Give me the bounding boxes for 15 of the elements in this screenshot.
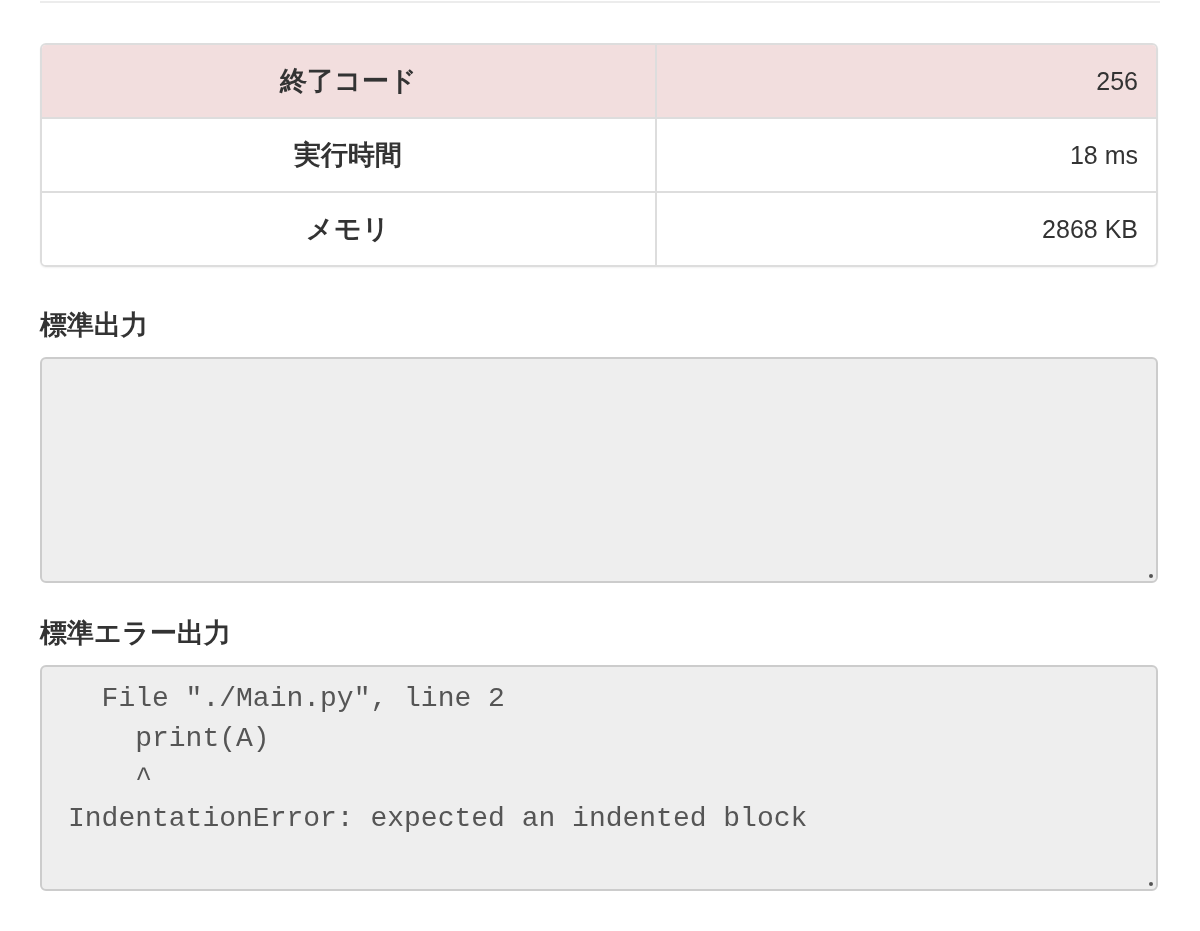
resize-grip-icon[interactable] bbox=[1149, 882, 1153, 886]
output-line: print(A) bbox=[134, 722, 270, 756]
table-cell: 18 ms bbox=[656, 119, 1156, 193]
table-cell: 256 bbox=[656, 45, 1156, 119]
table-header-cell: 実行時間 bbox=[42, 119, 657, 193]
section-heading: 標準エラー出力 bbox=[40, 616, 231, 650]
section-heading: 標準出力 bbox=[40, 308, 148, 342]
resize-grip-icon[interactable] bbox=[1149, 574, 1153, 578]
output-line: ^ bbox=[134, 762, 152, 796]
table-cell: 2868 KB bbox=[656, 193, 1156, 265]
output-line: File "./Main.py", line 2 bbox=[100, 682, 505, 716]
output-textarea[interactable]: File "./Main.py", line 2 print(A) ^ IndentationError: expected an indented block bbox=[40, 665, 1158, 891]
table-header-cell: 終了コード bbox=[42, 45, 657, 119]
output-line: IndentationError: expected an indented block bbox=[68, 802, 808, 836]
table-header-cell: メモリ bbox=[42, 193, 657, 265]
